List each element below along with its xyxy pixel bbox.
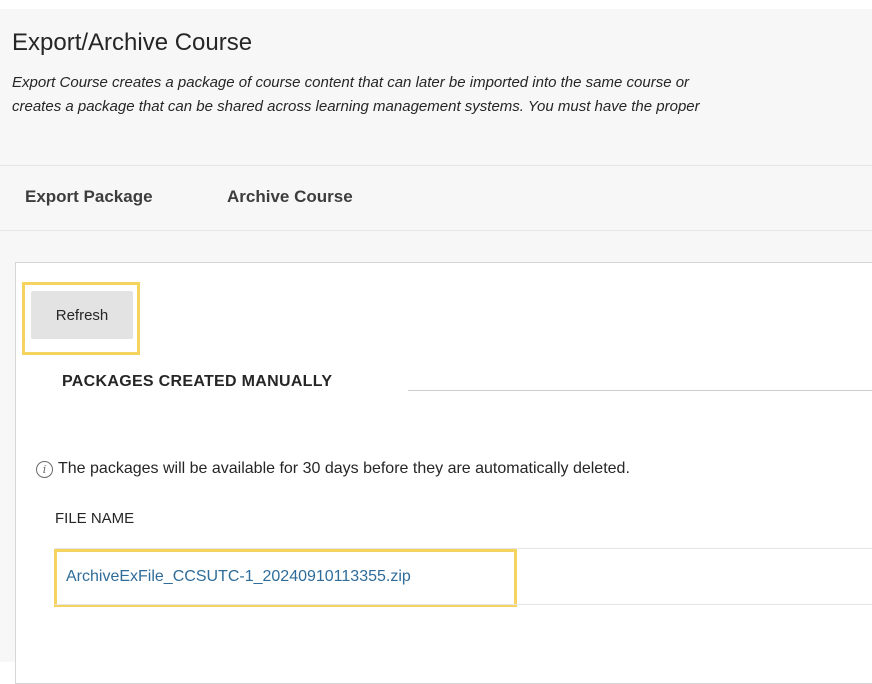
- info-message: i The packages will be available for 30 …: [36, 460, 630, 478]
- page-description-line-1: Export Course creates a package of cours…: [12, 74, 690, 91]
- page-header: Export/Archive Course Export Course crea…: [0, 9, 872, 166]
- refresh-button[interactable]: Refresh: [31, 291, 133, 339]
- tab-export-package[interactable]: Export Package: [25, 187, 153, 207]
- table-row-divider-bottom: [55, 604, 872, 605]
- page-description-line-2: creates a package that can be shared acr…: [12, 98, 700, 115]
- tab-archive-course[interactable]: Archive Course: [227, 187, 353, 207]
- file-link[interactable]: ArchiveExFile_CCSUTC-1_20240910113355.zi…: [66, 568, 411, 586]
- tab-bar: Export Package Archive Course: [0, 166, 872, 231]
- section-divider: [408, 390, 872, 391]
- info-text: The packages will be available for 30 da…: [58, 460, 630, 477]
- info-icon: i: [36, 460, 53, 478]
- page-title: Export/Archive Course: [12, 29, 253, 56]
- section-heading: PACKAGES CREATED MANUALLY: [62, 373, 333, 390]
- column-header-file-name: FILE NAME: [55, 510, 135, 527]
- page-description: Export Course creates a package of cours…: [12, 71, 872, 119]
